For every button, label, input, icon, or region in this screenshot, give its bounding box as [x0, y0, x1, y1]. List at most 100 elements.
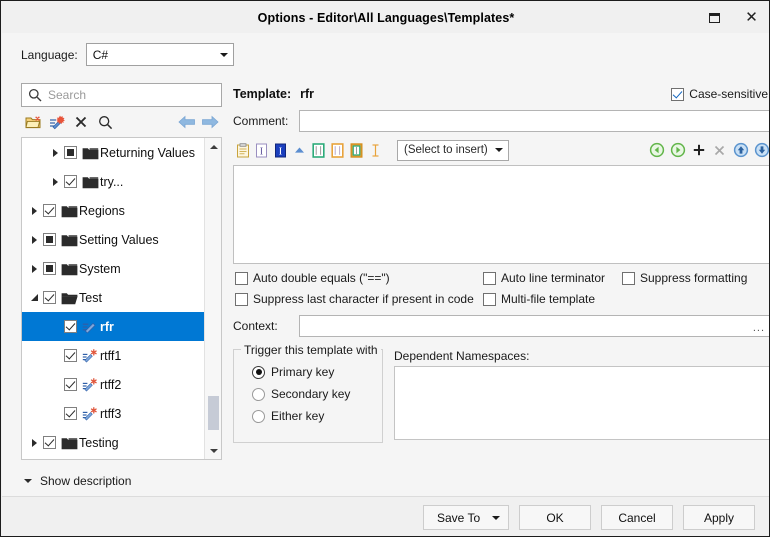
remove-icon[interactable] — [710, 140, 729, 160]
case-sensitive-checkbox[interactable]: Case-sensitive — [671, 87, 768, 101]
chevron-down-icon — [492, 515, 500, 520]
restore-button[interactable] — [696, 2, 733, 33]
close-icon: ✕ — [745, 9, 758, 26]
suppress-formatting-checkbox[interactable]: Suppress formatting — [622, 271, 747, 285]
tree-item-checkbox[interactable] — [64, 175, 77, 188]
cancel-button[interactable]: Cancel — [601, 505, 673, 530]
caret-position-icon[interactable] — [366, 140, 385, 160]
svg-text:I: I — [279, 145, 283, 157]
tree-item-checkbox[interactable] — [64, 378, 77, 391]
context-input[interactable]: ... — [299, 315, 769, 337]
insert-field-icon[interactable]: I — [271, 140, 290, 160]
comment-label: Comment: — [233, 114, 289, 128]
new-template-icon[interactable] — [45, 111, 69, 133]
insert-combobox[interactable]: (Select to insert) — [397, 139, 509, 161]
multi-file-template-checkbox[interactable]: Multi-file template — [483, 292, 595, 306]
tree-item-checkbox[interactable] — [43, 291, 56, 304]
back-arrow-icon[interactable] — [174, 111, 198, 133]
tree-item-checkbox[interactable] — [64, 320, 77, 333]
language-combobox[interactable]: C# — [85, 43, 234, 66]
comment-input[interactable] — [299, 110, 769, 132]
expander-collapsed-icon[interactable] — [47, 177, 64, 186]
tree-item-rtff3[interactable]: rtff3 — [22, 399, 204, 428]
scroll-down-button[interactable] — [205, 442, 221, 459]
find-icon[interactable] — [93, 111, 117, 133]
suppress-last-character-checkbox[interactable]: Suppress last character if present in co… — [235, 292, 474, 306]
scrollbar-thumb[interactable] — [208, 396, 219, 430]
tree-list: Returning Values try... Regions Setting Val… — [22, 138, 204, 457]
show-description-row[interactable]: Show description — [2, 465, 769, 497]
template-body-editor[interactable] — [233, 165, 769, 264]
tree-item-checkbox[interactable] — [43, 262, 56, 275]
save-to-button-label: Save To — [437, 510, 481, 525]
template-tree[interactable]: Returning Values try... Regions Setting Val… — [21, 137, 222, 460]
new-folder-icon[interactable] — [21, 111, 45, 133]
move-up-icon[interactable] — [731, 140, 750, 160]
expander-expanded-icon[interactable] — [26, 294, 43, 301]
window-title: Options - Editor\All Languages\Templates… — [257, 10, 515, 25]
insert-variable-icon[interactable]: I — [252, 140, 271, 160]
trigger-radio-either-key[interactable]: Either key — [234, 405, 382, 427]
caret-up-icon[interactable] — [290, 140, 309, 160]
tree-item-checkbox[interactable] — [64, 407, 77, 420]
tree-item-label: rtff3 — [100, 406, 122, 421]
tree-item-setting-values[interactable]: Setting Values — [22, 225, 204, 254]
trigger-radio-secondary-key[interactable]: Secondary key — [234, 383, 382, 405]
auto-double-equals-checkbox[interactable]: Auto double equals ("==") — [235, 271, 390, 285]
search-placeholder: Search — [48, 88, 87, 102]
auto-line-terminator-checkbox[interactable]: Auto line terminator — [483, 271, 605, 285]
add-icon[interactable] — [689, 140, 708, 160]
folder-icon — [60, 261, 78, 277]
ok-button[interactable]: OK — [519, 505, 591, 530]
tree-item-rfr[interactable]: rfr — [22, 312, 204, 341]
tree-item-testing[interactable]: Testing — [22, 428, 204, 457]
folder-open-icon — [60, 290, 78, 306]
nav-next-icon[interactable] — [668, 140, 687, 160]
context-ellipsis-button[interactable]: ... — [753, 322, 765, 334]
tree-scrollbar[interactable] — [204, 138, 221, 459]
template-new-icon — [81, 348, 99, 364]
tree-item-label: Returning Values — [100, 145, 195, 160]
paste-icon[interactable] — [233, 140, 252, 160]
search-input[interactable]: Search — [21, 83, 222, 107]
save-to-button[interactable]: Save To — [423, 505, 509, 530]
dependent-namespaces-input[interactable] — [394, 366, 769, 440]
tree-item-try[interactable]: try... — [22, 167, 204, 196]
folder-icon — [81, 174, 99, 190]
scroll-up-button[interactable] — [205, 138, 221, 155]
chevron-down-icon — [24, 478, 32, 483]
editor-toolbar: I I (Select to insert) — [233, 138, 769, 162]
context-label: Context: — [233, 319, 278, 333]
nav-prev-icon[interactable] — [647, 140, 666, 160]
expander-collapsed-icon[interactable] — [47, 148, 64, 157]
editable-field-green-icon[interactable] — [309, 140, 328, 160]
delete-icon[interactable] — [69, 111, 93, 133]
expander-collapsed-icon[interactable] — [26, 438, 43, 447]
folder-icon — [60, 203, 78, 219]
close-button[interactable]: ✕ — [733, 2, 769, 33]
selected-field-icon[interactable] — [347, 140, 366, 160]
trigger-radio-primary-key[interactable]: Primary key — [234, 361, 382, 383]
expander-collapsed-icon[interactable] — [26, 206, 43, 215]
tree-item-regions[interactable]: Regions — [22, 196, 204, 225]
options-dialog-window: Options - Editor\All Languages\Templates… — [0, 0, 770, 537]
expander-collapsed-icon[interactable] — [26, 235, 43, 244]
expander-collapsed-icon[interactable] — [26, 264, 43, 273]
tree-item-checkbox[interactable] — [43, 436, 56, 449]
move-down-icon[interactable] — [752, 140, 769, 160]
tree-item-rtff2[interactable]: rtff2 — [22, 370, 204, 399]
tree-item-checkbox[interactable] — [64, 349, 77, 362]
tree-item-rtff1[interactable]: rtff1 — [22, 341, 204, 370]
tree-item-checkbox[interactable] — [43, 204, 56, 217]
case-sensitive-checkbox-box — [671, 87, 685, 101]
forward-arrow-icon[interactable] — [198, 111, 222, 133]
tree-item-checkbox[interactable] — [64, 146, 77, 159]
ok-button-label: OK — [546, 510, 564, 525]
suppress-last-character-checkbox-label: Suppress last character if present in co… — [253, 292, 474, 306]
tree-item-returning-values[interactable]: Returning Values — [22, 138, 204, 167]
tree-item-checkbox[interactable] — [43, 233, 56, 246]
apply-button[interactable]: Apply — [683, 505, 755, 530]
tree-item-test[interactable]: Test — [22, 283, 204, 312]
editable-field-orange-icon[interactable] — [328, 140, 347, 160]
tree-item-system[interactable]: System — [22, 254, 204, 283]
